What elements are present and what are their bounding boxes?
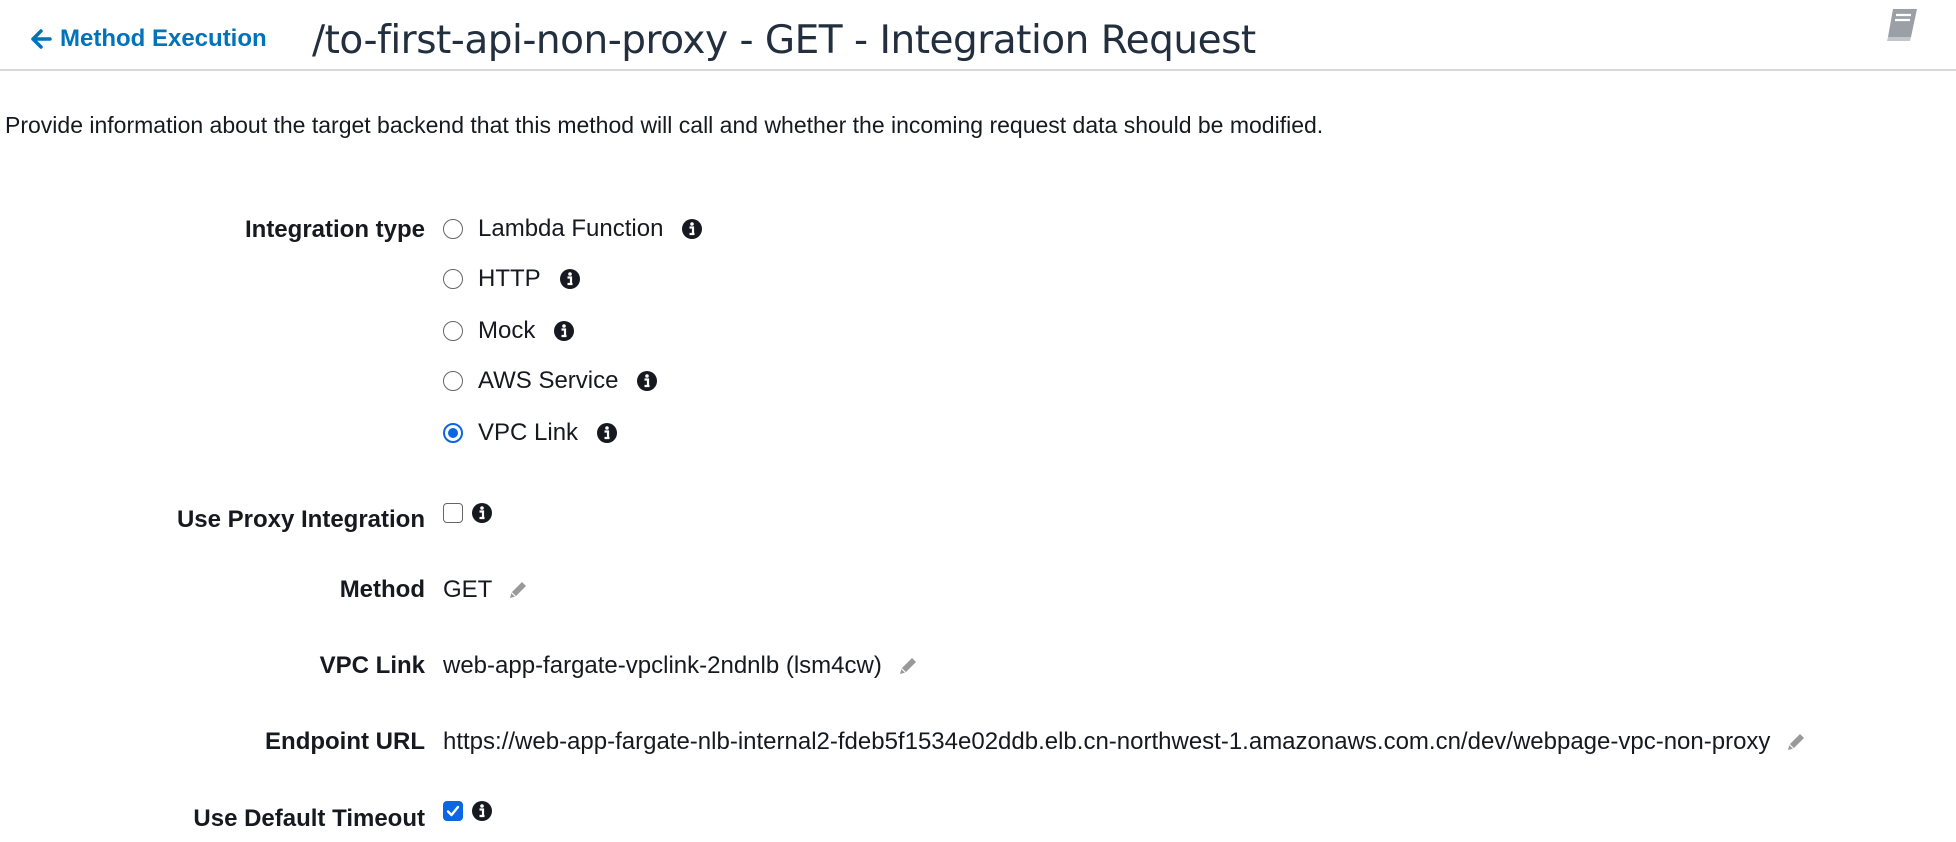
info-icon[interactable]: [681, 218, 703, 240]
integration-type-label: Integration type: [244, 216, 425, 243]
endpoint-url-row: https://web-app-fargate-nlb-internal2-fd…: [443, 728, 1808, 756]
info-icon[interactable]: [553, 320, 575, 342]
arrow-left-icon: [31, 29, 52, 49]
option-label-aws-service[interactable]: AWS Service: [478, 367, 618, 395]
radio-mock[interactable]: [443, 321, 463, 341]
integration-option-mock[interactable]: Mock: [443, 317, 575, 345]
integration-option-aws-service[interactable]: AWS Service: [443, 367, 658, 395]
option-label-mock[interactable]: Mock: [478, 317, 535, 345]
vpc-link-value: web-app-fargate-vpclink-2ndnlb (lsm4cw): [443, 652, 882, 679]
info-icon[interactable]: [636, 370, 658, 392]
back-link-label[interactable]: Method Execution: [60, 25, 267, 53]
radio-http[interactable]: [443, 269, 463, 289]
radio-vpc-link[interactable]: [443, 423, 463, 443]
option-label-vpc-link[interactable]: VPC Link: [478, 419, 578, 447]
info-icon[interactable]: [471, 800, 493, 822]
endpoint-url-value: https://web-app-fargate-nlb-internal2-fd…: [443, 728, 1771, 755]
pencil-icon[interactable]: [506, 578, 530, 602]
method-execution-back-link[interactable]: Method Execution: [30, 25, 267, 53]
option-label-lambda[interactable]: Lambda Function: [478, 215, 663, 243]
page-title: /to-first-api-non-proxy - GET - Integrat…: [312, 18, 1256, 63]
method-value: GET: [443, 576, 493, 603]
use-proxy-integration-checkbox[interactable]: [443, 503, 463, 523]
book-icon[interactable]: [1883, 5, 1923, 43]
info-icon[interactable]: [596, 422, 618, 444]
info-icon[interactable]: [559, 268, 581, 290]
option-label-http[interactable]: HTTP: [478, 265, 541, 293]
use-proxy-integration-label: Use Proxy Integration: [176, 506, 425, 533]
method-row: GET: [443, 576, 530, 604]
page-description: Provide information about the target bac…: [5, 112, 1324, 138]
pencil-icon[interactable]: [1784, 730, 1808, 754]
use-proxy-integration-control: [443, 502, 493, 524]
use-default-timeout-checkbox[interactable]: [443, 801, 463, 821]
use-default-timeout-control: [443, 800, 493, 822]
integration-option-lambda[interactable]: Lambda Function: [443, 215, 703, 243]
method-label: Method: [339, 576, 425, 603]
radio-aws-service[interactable]: [443, 371, 463, 391]
vpc-link-label: VPC Link: [319, 652, 425, 679]
integration-option-vpc-link[interactable]: VPC Link: [443, 419, 618, 447]
integration-option-http[interactable]: HTTP: [443, 265, 581, 293]
info-icon[interactable]: [471, 502, 493, 524]
use-default-timeout-label: Use Default Timeout: [193, 805, 425, 832]
vpc-link-row: web-app-fargate-vpclink-2ndnlb (lsm4cw): [443, 652, 920, 680]
radio-lambda-function[interactable]: [443, 219, 463, 239]
pencil-icon[interactable]: [896, 654, 920, 678]
page-header: Method Execution /to-first-api-non-proxy…: [0, 0, 1956, 71]
checkmark-icon: [446, 805, 460, 817]
header-divider: [0, 69, 1956, 71]
endpoint-url-label: Endpoint URL: [265, 728, 425, 755]
